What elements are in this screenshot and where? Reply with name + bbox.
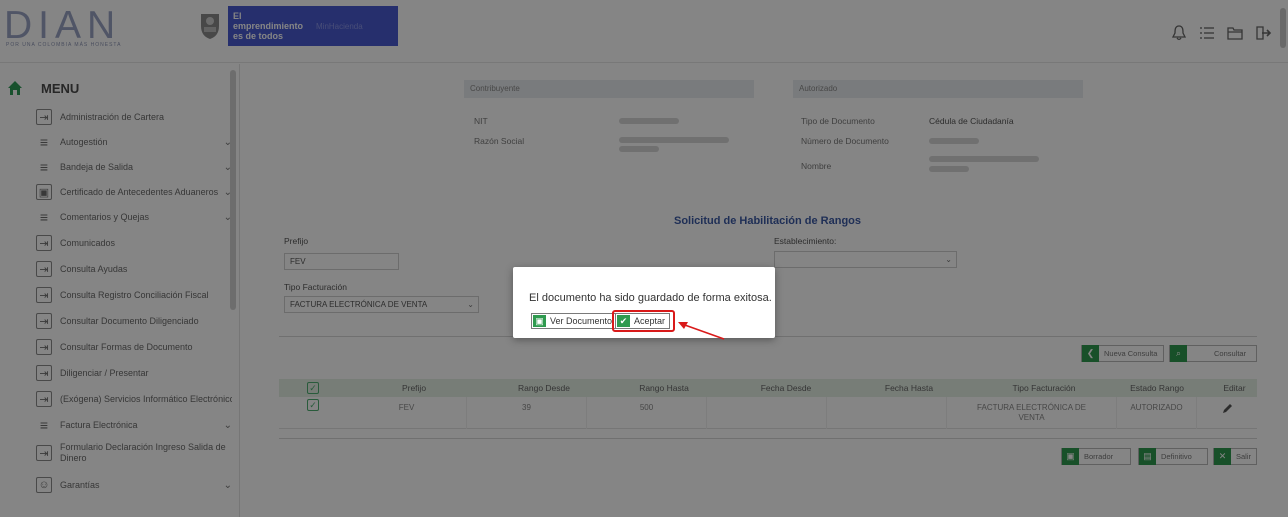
dialog-message: El documento ha sido guardado de forma e… — [529, 292, 772, 304]
ver-documento-label: Ver Documento — [550, 316, 613, 326]
highlight-box — [612, 310, 675, 332]
ver-documento-button[interactable]: ▣ Ver Documento — [531, 313, 618, 329]
modal-backdrop[interactable] — [0, 0, 1288, 517]
page: DIAN POR UNA COLOMBIA MÁS HONESTA El emp… — [0, 0, 1288, 517]
floppy-icon: ▣ — [533, 315, 546, 327]
annotation-arrow — [678, 322, 725, 340]
